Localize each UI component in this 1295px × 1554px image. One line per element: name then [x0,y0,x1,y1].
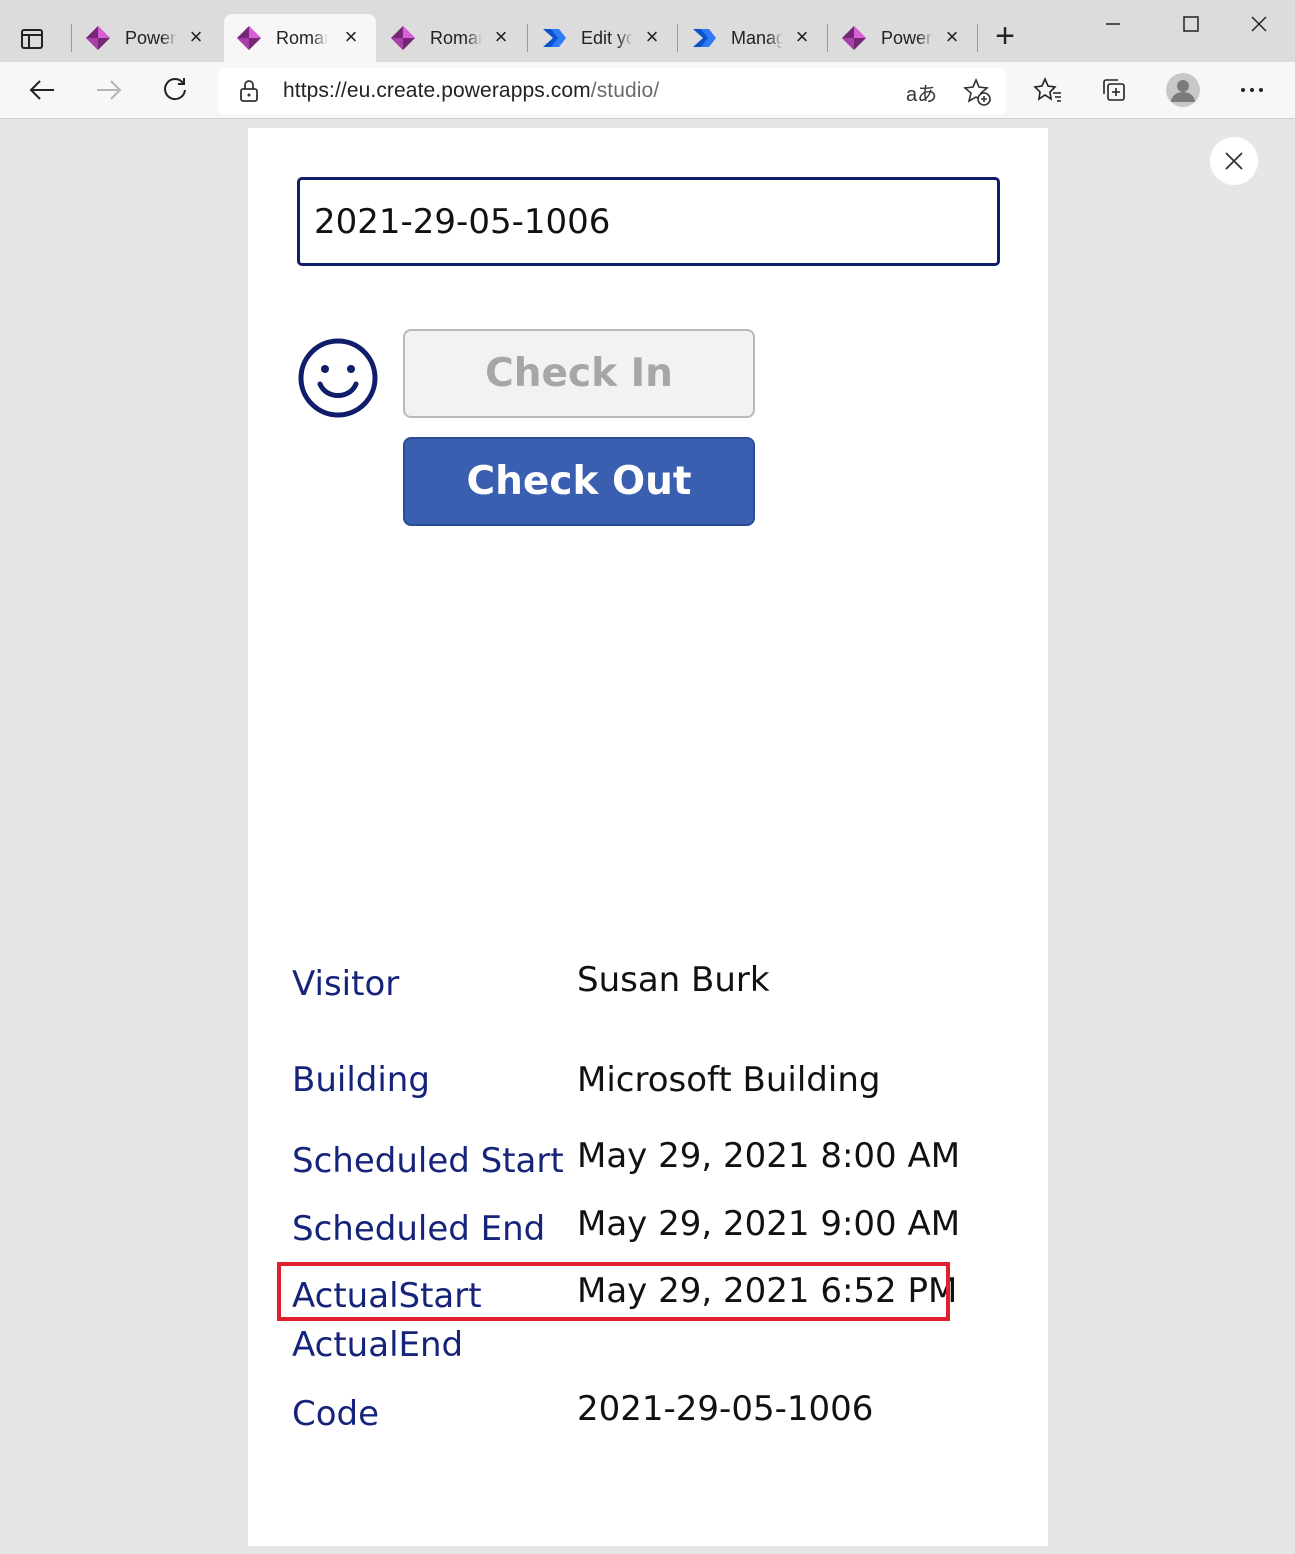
power-automate-icon [693,29,716,47]
tab-label: Edit yo [581,27,633,48]
check-out-button[interactable]: Check Out [403,437,755,526]
profile-button[interactable] [1163,72,1203,108]
window-close-button[interactable] [1244,10,1274,38]
tab-separator [977,24,978,52]
maximize-button[interactable] [1176,10,1206,38]
tab-label: Power [881,27,933,48]
tab-separator [71,24,72,52]
favorites-icon [1033,76,1061,102]
visitor-value: Susan Burk [577,960,770,1000]
url-path: /studio/ [590,79,660,102]
read-aloud-icon[interactable]: aあ [906,78,937,107]
settings-more-button[interactable] [1232,72,1272,108]
browser-tab-5[interactable]: Manag × [677,14,827,62]
tab-label: Roman [276,27,328,48]
tab-close-icon[interactable]: × [490,26,512,48]
collections-icon [1103,79,1125,101]
tab-actions-button[interactable] [14,22,50,56]
powerapps-icon [86,26,110,50]
refresh-button[interactable] [155,72,195,108]
close-icon [1225,152,1243,170]
minimize-button[interactable] [1098,10,1128,38]
tab-actions-icon [21,29,43,49]
browser-toolbar: https://eu.create.powerapps.com/studio/ … [0,62,1295,119]
actual-end-label: ActualEnd [292,1325,464,1365]
building-value: Microsoft Building [577,1060,881,1100]
tab-label: Power [125,27,177,48]
scheduled-end-label: Scheduled End [292,1209,546,1249]
visitor-label: Visitor [292,964,400,1004]
scheduled-end-value: May 29, 2021 9:00 AM [577,1204,961,1244]
code-label: Code [292,1394,380,1434]
lock-icon[interactable] [238,79,260,103]
close-preview-button[interactable] [1210,137,1258,185]
collections-button[interactable] [1094,72,1134,108]
tab-close-icon[interactable]: × [185,26,207,48]
avatar [1166,73,1200,107]
url-host: https://eu.create.powerapps.com [283,79,591,102]
forward-button[interactable] [89,72,129,108]
scheduled-start-value: May 29, 2021 8:00 AM [577,1136,961,1176]
tab-label: Manag [731,27,783,48]
tab-separator [827,24,828,52]
code-value: 2021-29-05-1006 [577,1389,874,1429]
more-icon [1241,88,1263,92]
tab-close-icon[interactable]: × [941,26,963,48]
code-input[interactable] [297,177,1000,266]
address-bar[interactable]: https://eu.create.powerapps.com/studio/ … [218,68,1006,114]
browser-tab-4[interactable]: Edit yo × [527,14,677,62]
power-automate-icon [543,29,566,47]
arrow-left-icon [29,80,54,100]
tab-close-icon[interactable]: × [340,26,362,48]
powerapps-icon [237,26,261,50]
tab-close-icon[interactable]: × [791,26,813,48]
tab-separator [677,24,678,52]
check-in-button[interactable]: Check In [403,329,755,418]
powerapps-icon [842,26,866,50]
browser-tab-1[interactable]: Power × [71,14,221,62]
close-icon [1251,16,1267,32]
building-label: Building [292,1060,430,1100]
powerapps-icon [391,26,415,50]
back-button[interactable] [22,72,62,108]
arrow-right-icon [97,80,122,100]
add-favorite-icon[interactable] [962,77,992,107]
tab-close-icon[interactable]: × [641,26,663,48]
url-text[interactable]: https://eu.create.powerapps.com/studio/ [283,79,659,103]
smiley-icon [298,338,378,418]
browser-tab-bar: Power × Roman × Roman × Edit yo × [0,0,1295,62]
tab-label: Roman [430,27,482,48]
browser-tab-2[interactable]: Roman × [224,14,376,62]
minimize-icon [1106,23,1120,25]
browser-tab-3[interactable]: Roman × [378,14,526,62]
tab-separator [527,24,528,52]
new-tab-button[interactable]: + [990,19,1020,53]
scheduled-start-label: Scheduled Start [292,1141,564,1181]
favorites-button[interactable] [1028,72,1068,108]
actual-start-highlight-box [277,1262,950,1321]
browser-tab-6[interactable]: Power × [827,14,977,62]
refresh-icon [164,78,186,101]
maximize-icon [1183,16,1199,32]
